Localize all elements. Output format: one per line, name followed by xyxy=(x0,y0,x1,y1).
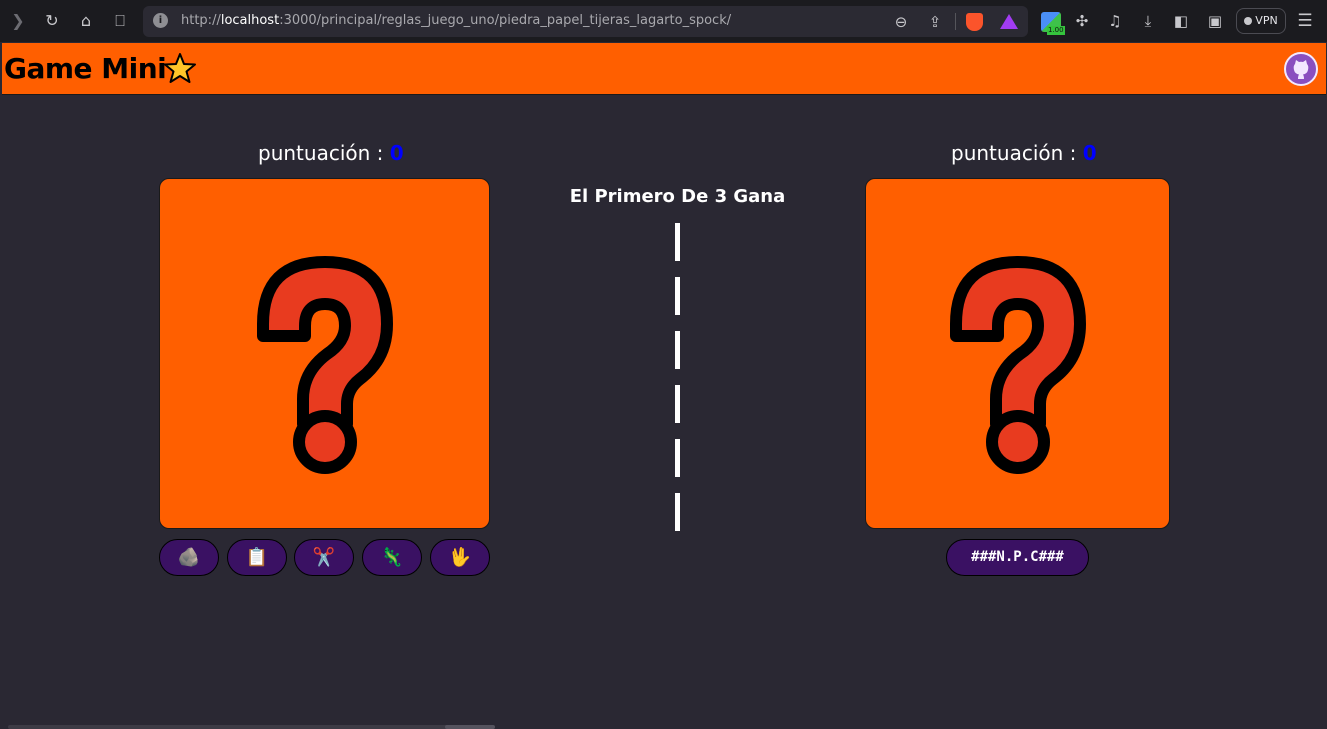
url-separator xyxy=(955,13,956,30)
url-text[interactable]: http://localhost:3000/principal/reglas_j… xyxy=(181,13,731,28)
bookmark-icon[interactable]: ⎕ xyxy=(108,9,132,33)
home-icon[interactable]: ⌂ xyxy=(74,9,98,33)
github-button[interactable] xyxy=(1284,52,1318,86)
vpn-button[interactable]: VPN xyxy=(1236,8,1286,34)
vpn-status-icon xyxy=(1244,17,1253,25)
paper-icon: 📋 xyxy=(245,547,269,568)
scrollbar-thumb[interactable] xyxy=(445,725,495,729)
forward-icon[interactable]: ❯ xyxy=(6,9,30,33)
star-icon xyxy=(164,53,196,83)
rock-icon: 🪨 xyxy=(177,547,201,568)
zoom-icon[interactable]: ⊖ xyxy=(891,12,911,32)
music-icon[interactable]: ♫ xyxy=(1104,10,1126,32)
game-rule-text: El Primero De 3 Gana xyxy=(569,186,786,207)
extension-badge: 1.00 xyxy=(1047,26,1065,35)
choice-spock-button[interactable]: 🖖 xyxy=(430,539,490,576)
spock-icon: 🖖 xyxy=(448,547,472,568)
choice-paper-button[interactable]: 📋 xyxy=(227,539,287,576)
brave-shields-icon[interactable] xyxy=(966,13,983,31)
choice-lizard-button[interactable]: 🦎 xyxy=(362,539,422,576)
npc-choice-card xyxy=(865,178,1170,529)
app-title[interactable]: Game Mini xyxy=(4,52,196,85)
choice-scissors-button[interactable]: ✂️ xyxy=(294,539,354,576)
reload-icon[interactable]: ↻ xyxy=(40,9,64,33)
npc-score-label: puntuación : 0 xyxy=(951,141,1097,165)
address-bar[interactable]: i http://localhost:3000/principal/reglas… xyxy=(143,6,1028,37)
player-score-value: 0 xyxy=(389,141,404,165)
question-mark-icon xyxy=(950,256,1086,474)
extensions-puzzle-icon[interactable]: ✣ xyxy=(1071,10,1093,32)
site-info-icon[interactable]: i xyxy=(153,13,168,28)
npc-score-value: 0 xyxy=(1082,141,1097,165)
horizontal-scrollbar[interactable] xyxy=(8,725,493,729)
lizard-icon: 🦎 xyxy=(380,547,404,568)
sidebar-icon[interactable]: ◧ xyxy=(1170,10,1192,32)
player-score-label: puntuación : 0 xyxy=(258,141,404,165)
download-icon[interactable]: ⤓ xyxy=(1137,10,1159,32)
github-icon xyxy=(1287,55,1315,83)
player-choice-card xyxy=(159,178,490,529)
npc-button[interactable]: ###N.P.C### xyxy=(946,539,1089,576)
center-divider xyxy=(675,223,680,535)
app-header: Game Mini xyxy=(2,43,1326,95)
brave-rewards-icon[interactable] xyxy=(1000,14,1018,29)
share-icon[interactable]: ⇪ xyxy=(925,12,945,32)
wallet-icon[interactable]: ▣ xyxy=(1204,10,1226,32)
menu-icon[interactable]: ☰ xyxy=(1295,10,1315,32)
question-mark-icon xyxy=(257,256,393,474)
scissors-icon: ✂️ xyxy=(312,547,336,568)
browser-toolbar: ❯ ↻ ⌂ ⎕ i http://localhost:3000/principa… xyxy=(0,0,1327,42)
choice-rock-button[interactable]: 🪨 xyxy=(159,539,219,576)
